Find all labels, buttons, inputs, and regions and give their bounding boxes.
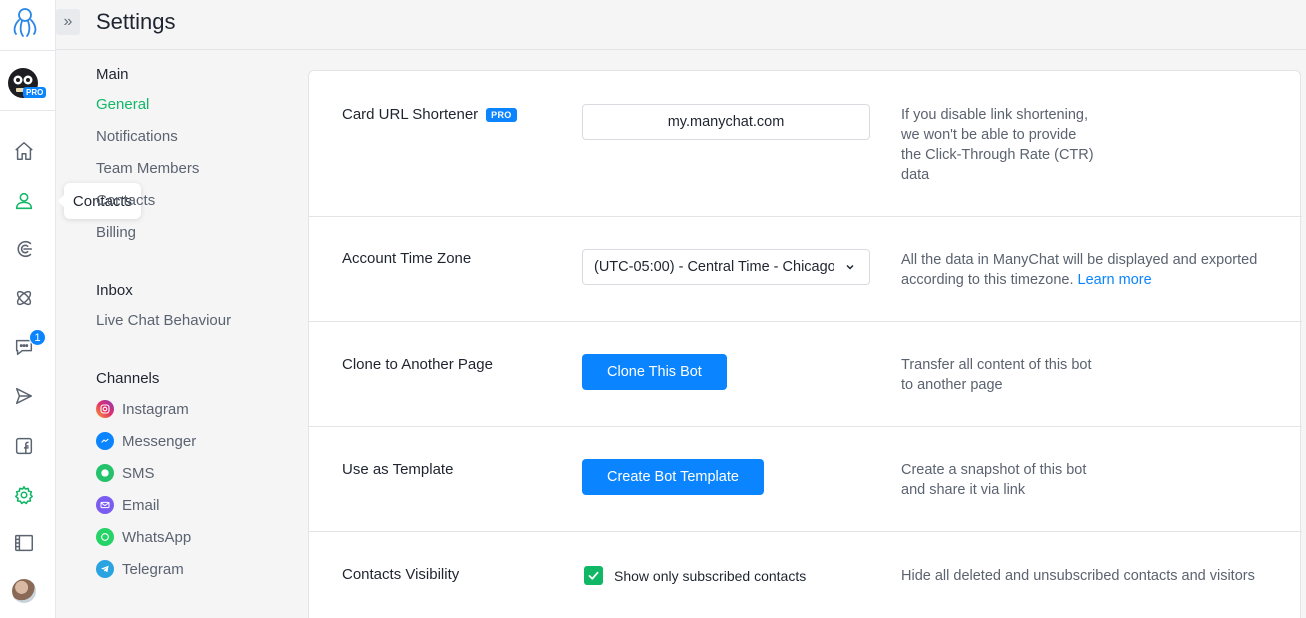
nav-group-main: Main (96, 65, 129, 83)
growth-tools-icon[interactable] (12, 237, 36, 261)
create-bot-template-button[interactable]: Create Bot Template (582, 459, 764, 495)
settings-card: Card URL Shortener PRO my.manychat.com I… (308, 70, 1302, 618)
nav-item-billing[interactable]: Billing (96, 224, 136, 241)
time-zone-description: All the data in ManyChat will be display… (901, 250, 1257, 290)
subscribed-only-checkbox-label[interactable]: Show only subscribed contacts (614, 568, 806, 584)
nav-item-whatsapp[interactable]: WhatsApp (96, 528, 191, 546)
clone-description: Transfer all content of this bot to anot… (901, 355, 1091, 395)
contacts-icon[interactable] (12, 189, 36, 213)
pro-badge: PRO (486, 107, 517, 122)
nav-item-label: Email (122, 496, 160, 514)
nav-item-label: Instagram (122, 400, 189, 418)
desc-line: If you disable link shortening, (901, 107, 1088, 123)
telegram-icon (96, 560, 114, 578)
nav-item-label: Messenger (122, 432, 197, 450)
nav-item-label: SMS (122, 464, 155, 482)
expand-sidebar-button[interactable]: » (56, 9, 80, 35)
desc-line: the Click-Through Rate (CTR) (901, 147, 1094, 163)
row-contacts-visibility: Contacts Visibility Show only subscribed… (309, 532, 1302, 618)
live-chat-badge: 1 (29, 329, 46, 346)
nav-item-email[interactable]: Email (96, 496, 160, 514)
nav-group-inbox: Inbox (96, 281, 133, 299)
row-use-as-template: Use as Template Create Bot Template Crea… (309, 427, 1302, 532)
desc-text: according to this timezone. (901, 272, 1074, 288)
home-icon[interactable] (12, 139, 36, 163)
templates-icon[interactable] (12, 531, 36, 555)
clone-label: Clone to Another Page (342, 356, 493, 373)
whatsapp-icon (96, 528, 114, 546)
nav-item-general[interactable]: General (96, 96, 149, 113)
page-title: Settings (96, 9, 176, 34)
row-card-url-shortener: Card URL Shortener PRO my.manychat.com I… (309, 71, 1302, 217)
desc-line: data (901, 167, 930, 183)
instagram-icon (96, 400, 114, 418)
template-description: Create a snapshot of this bot and share … (901, 460, 1086, 500)
subscribed-only-checkbox[interactable] (584, 566, 603, 585)
double-chevron-right-icon: » (63, 13, 73, 30)
account-time-zone-label: Account Time Zone (342, 250, 472, 267)
checkmark-icon (588, 571, 599, 580)
nav-item-label: Telegram (122, 560, 184, 578)
time-zone-value: (UTC-05:00) - Central Time - Chicago (594, 259, 834, 275)
messenger-icon (96, 432, 114, 450)
nav-item-label: WhatsApp (122, 528, 192, 546)
desc-line: Create a snapshot of this bot (901, 462, 1087, 478)
page-header: » Settings (56, 0, 1306, 50)
bot-pro-tag: PRO (23, 87, 47, 98)
chevron-down-icon (846, 264, 854, 270)
url-shortener-domain-input[interactable]: my.manychat.com (582, 104, 870, 140)
row-label: Card URL Shortener PRO (342, 106, 517, 123)
icon-rail: PRO 1 (0, 0, 56, 618)
broadcast-send-icon[interactable] (12, 384, 36, 408)
manychat-logo-icon[interactable] (9, 6, 41, 40)
nav-item-team-members[interactable]: Team Members (96, 160, 199, 177)
email-icon (96, 496, 114, 514)
nav-item-sms[interactable]: SMS (96, 464, 155, 482)
visibility-description: Hide all deleted and unsubscribed contac… (901, 568, 1255, 584)
nav-item-live-chat-behaviour[interactable]: Live Chat Behaviour (96, 312, 231, 329)
sms-icon (96, 464, 114, 482)
nav-item-contacts[interactable]: Contacts (96, 192, 155, 209)
user-avatar[interactable] (12, 579, 36, 603)
desc-line: All the data in ManyChat will be display… (901, 252, 1258, 268)
nav-item-messenger[interactable]: Messenger (96, 432, 196, 450)
automation-icon[interactable] (12, 286, 36, 310)
facebook-ads-icon[interactable] (12, 434, 36, 458)
nav-item-notifications[interactable]: Notifications (96, 128, 178, 145)
nav-group-channels: Channels (96, 369, 160, 387)
card-url-shortener-label: Card URL Shortener (342, 106, 479, 123)
clone-this-bot-button[interactable]: Clone This Bot (582, 354, 727, 390)
desc-line: to another page (901, 377, 1003, 393)
row-account-time-zone: Account Time Zone (UTC-05:00) - Central … (309, 217, 1302, 322)
nav-item-instagram[interactable]: Instagram (96, 400, 189, 418)
url-shortener-description: If you disable link shortening, we won't… (901, 105, 1094, 185)
desc-line: we won't be able to provide (901, 127, 1077, 143)
rail-divider (0, 110, 56, 111)
learn-more-link[interactable]: Learn more (1078, 272, 1152, 288)
contacts-visibility-label: Contacts Visibility (342, 566, 460, 583)
desc-line: and share it via link (901, 482, 1026, 498)
rail-divider (0, 50, 56, 51)
settings-gear-icon[interactable] (12, 483, 36, 507)
row-clone-to-another-page: Clone to Another Page Clone This Bot Tra… (309, 322, 1302, 427)
time-zone-select[interactable]: (UTC-05:00) - Central Time - Chicago (582, 249, 870, 285)
template-label: Use as Template (342, 461, 454, 478)
desc-line: Transfer all content of this bot (901, 357, 1092, 373)
nav-item-telegram[interactable]: Telegram (96, 560, 184, 578)
desc-line: according to this timezone. Learn more (901, 270, 1257, 290)
